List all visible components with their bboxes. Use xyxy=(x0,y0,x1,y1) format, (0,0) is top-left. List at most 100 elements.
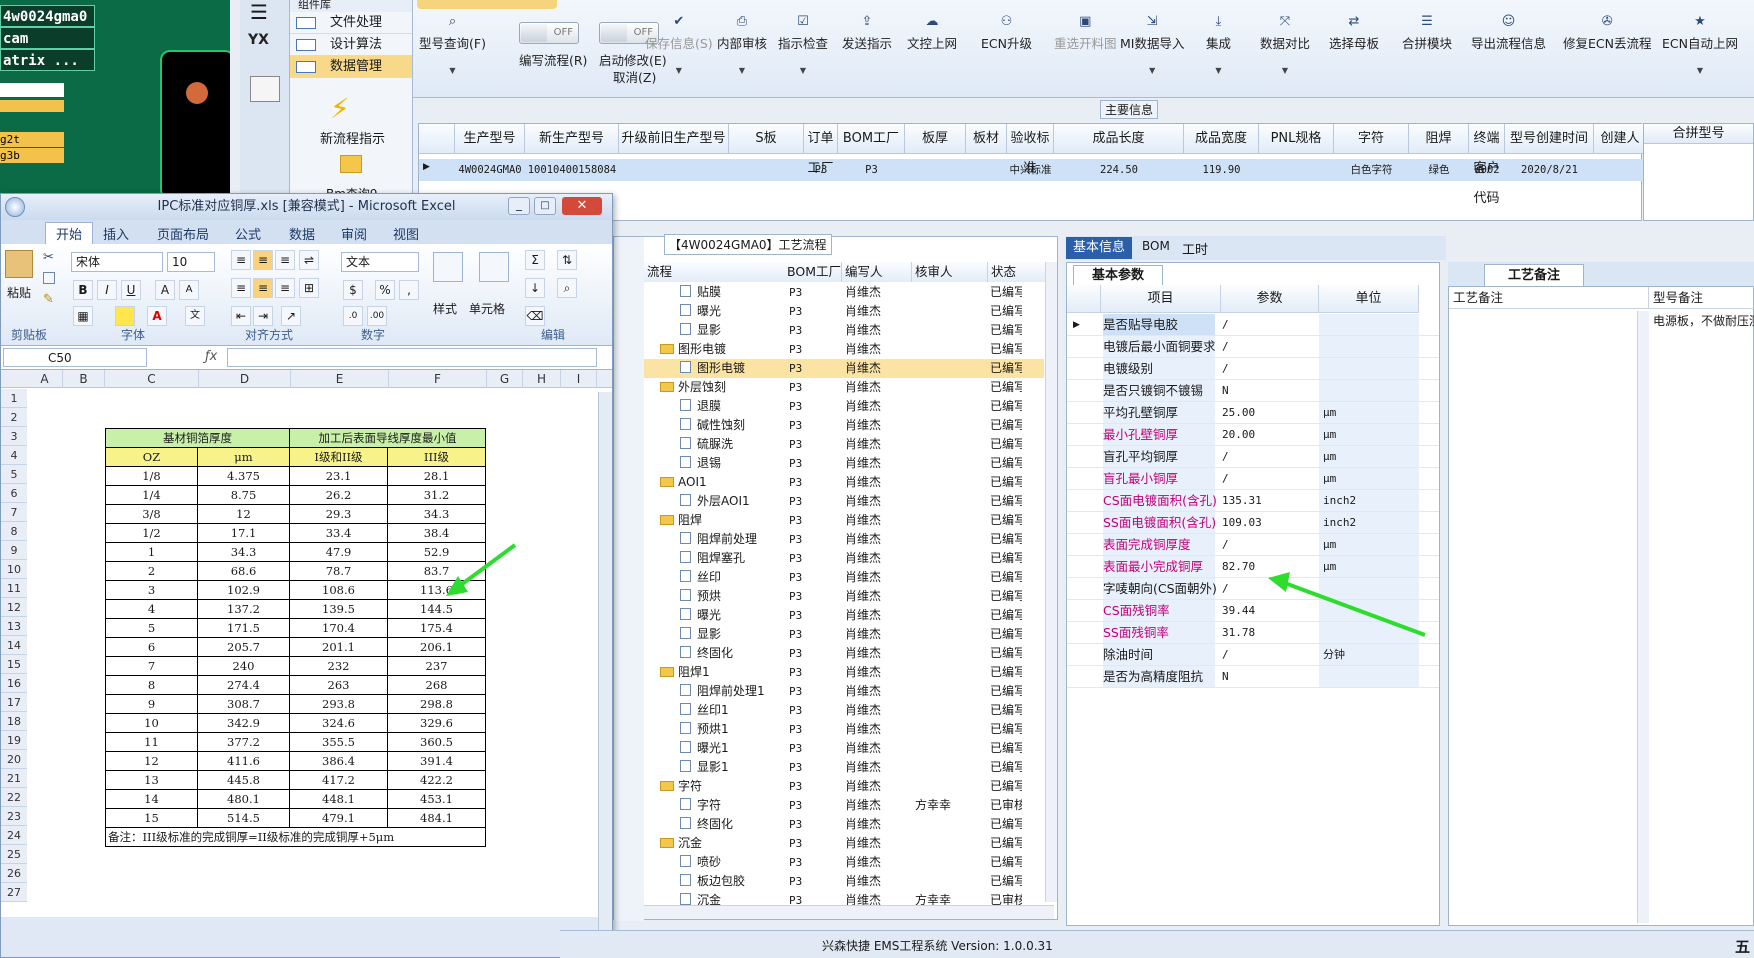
table-cell[interactable]: 4.375 xyxy=(197,466,290,486)
styles-label[interactable]: 样式 xyxy=(433,300,457,317)
chevron-down-icon[interactable]: ▼ xyxy=(717,66,767,75)
flow-row[interactable]: 沉金 P3 肖维杰 已编写 xyxy=(644,834,1044,853)
wrap-text-button[interactable]: ⇌ xyxy=(299,250,319,270)
info-column-header[interactable]: 项目 xyxy=(1101,285,1221,313)
table-cell[interactable]: 15 xyxy=(105,808,198,828)
table-cell[interactable]: 12 xyxy=(197,504,290,524)
flow-column-header[interactable]: 编写人 xyxy=(842,262,912,282)
font-size-select[interactable]: 10 xyxy=(167,252,215,272)
table-cell[interactable]: 355.5 xyxy=(289,732,388,752)
table-cell[interactable]: 232 xyxy=(289,656,388,676)
column-header[interactable]: C xyxy=(105,370,199,388)
info-value[interactable]: 20.00 xyxy=(1222,424,1255,446)
flow-column-header[interactable]: BOM工厂 xyxy=(784,262,842,282)
table-cell[interactable]: 479.1 xyxy=(289,808,388,828)
table-cell[interactable]: 10010400158084 xyxy=(525,160,619,180)
paste-label[interactable]: 粘贴 xyxy=(7,284,31,301)
folder-icon[interactable] xyxy=(340,155,362,173)
table-cell[interactable]: 293.8 xyxy=(289,694,388,714)
flow-row[interactable]: 贴膜 P3 肖维杰 已编写 xyxy=(644,283,1044,302)
excel-scrollbar[interactable] xyxy=(598,392,612,958)
table-cell[interactable]: 268 xyxy=(387,675,486,695)
chevron-down-icon[interactable]: ▼ xyxy=(1662,66,1738,75)
column-header[interactable]: G xyxy=(487,370,523,388)
info-row[interactable]: 除油时间 / 分钟 xyxy=(1067,644,1439,666)
flow-row[interactable]: 外层AOI1 P3 肖维杰 已编写 xyxy=(644,492,1044,511)
find-button[interactable]: ⌕ xyxy=(557,278,577,298)
column-header[interactable]: 终端客户代码 xyxy=(1469,124,1505,206)
row-header[interactable]: 16 xyxy=(1,674,27,693)
column-header[interactable]: B xyxy=(63,370,105,388)
info-row[interactable]: 最小孔壁铜厚 20.00 μm xyxy=(1067,424,1439,446)
info-value[interactable]: N xyxy=(1222,380,1229,402)
maximize-icon[interactable]: □ xyxy=(534,197,556,215)
worksheet[interactable]: 1 2 3 4 5 6 7 8 9 10 11 12 13 14 15 16 17 18 19 20 21 22 23 24 2… xyxy=(1,388,612,917)
table-cell[interactable]: 31.2 xyxy=(387,485,486,505)
flow-row[interactable]: 终固化 P3 肖维杰 已编写 xyxy=(644,815,1044,834)
cells-label[interactable]: 单元格 xyxy=(469,300,505,317)
info-value[interactable]: 39.44 xyxy=(1222,600,1255,622)
table-cell[interactable]: 14 xyxy=(105,789,198,809)
table-cell[interactable]: 108.6 xyxy=(289,580,388,600)
flow-row[interactable]: 显影 P3 肖维杰 已编写 xyxy=(644,321,1044,340)
format-painter-icon[interactable]: ✎ xyxy=(43,292,54,307)
info-value[interactable]: 135.31 xyxy=(1222,490,1262,512)
column-header[interactable]: 订单工厂 xyxy=(804,124,838,176)
number-format-select[interactable]: 文本 xyxy=(341,252,419,272)
table-cell[interactable]: 206.1 xyxy=(387,637,486,657)
table-cell[interactable]: 137.2 xyxy=(197,599,290,619)
table-cell[interactable]: 7 xyxy=(105,656,198,676)
table-cell[interactable]: 240 xyxy=(197,656,290,676)
table-cell[interactable] xyxy=(966,160,1007,180)
info-value[interactable]: / xyxy=(1222,578,1229,600)
flow-row[interactable]: 阻焊前处理 P3 肖维杰 已编写 xyxy=(644,530,1044,549)
import-button[interactable]: ⇲ MI数据导入 ▼ xyxy=(1120,14,1184,75)
table-cell[interactable]: W002 xyxy=(1469,160,1505,180)
table-cell[interactable]: 453.1 xyxy=(387,789,486,809)
chevron-down-icon[interactable]: ▼ xyxy=(778,66,828,75)
search-button[interactable]: ⌕ 型号查询(F) ▼ xyxy=(419,14,486,75)
column-header[interactable]: I xyxy=(561,370,597,388)
table-cell[interactable]: 484.1 xyxy=(387,808,486,828)
sort-button[interactable]: ⇅ xyxy=(557,250,577,270)
font-name-select[interactable]: 宋体 xyxy=(71,252,163,272)
column-header[interactable]: 验收标准 xyxy=(1007,124,1054,176)
info-value[interactable]: N xyxy=(1222,666,1229,688)
align-top-button[interactable]: ≡ xyxy=(231,250,251,270)
table-cell[interactable]: 23.1 xyxy=(289,466,388,486)
row-header[interactable]: 22 xyxy=(1,788,27,807)
currency-button[interactable]: $ xyxy=(343,280,363,300)
table-cell[interactable]: 11 xyxy=(105,732,198,752)
percent-button[interactable]: % xyxy=(375,280,395,300)
row-header[interactable]: 12 xyxy=(1,598,27,617)
row-header[interactable]: 6 xyxy=(1,484,27,503)
row-header[interactable]: 4 xyxy=(1,446,27,465)
shuffle-button[interactable]: ⇄ 选择母板 xyxy=(1329,14,1379,52)
table-cell[interactable]: 17.1 xyxy=(197,523,290,543)
group-item[interactable]: 设计算法 xyxy=(290,34,412,56)
row-header[interactable]: 21 xyxy=(1,769,27,788)
row-header[interactable]: 5 xyxy=(1,465,27,484)
flow-row[interactable]: 板边包胶 P3 肖维杰 已编写 xyxy=(644,872,1044,891)
copy-icon[interactable] xyxy=(43,272,55,284)
info-row[interactable]: 是否只镀铜不镀锡 N xyxy=(1067,380,1439,402)
info-row[interactable]: 电镀后最小面铜要求 / xyxy=(1067,336,1439,358)
info-row[interactable]: 是否为高精度阻抗 N xyxy=(1067,666,1439,688)
flow-row[interactable]: 碱性蚀刻 P3 肖维杰 已编写 xyxy=(644,416,1044,435)
styles-icon[interactable] xyxy=(433,252,463,282)
tab-process-notes[interactable]: 工艺备注 xyxy=(1484,264,1584,286)
column-header[interactable]: PNL规格 xyxy=(1259,124,1334,154)
table-cell[interactable]: 8 xyxy=(105,675,198,695)
row-header[interactable]: 27 xyxy=(1,883,27,902)
align-left-button[interactable]: ≡ xyxy=(231,278,251,298)
flow-row[interactable]: 阻焊1 P3 肖维杰 已编写 xyxy=(644,663,1044,682)
info-row[interactable]: 平均孔壁铜厚 25.00 μm xyxy=(1067,402,1439,424)
table-cell[interactable]: 4W0024GMA0 xyxy=(455,160,525,180)
info-row[interactable]: 表面完成铜厚度 / μm xyxy=(1067,534,1439,556)
column-header[interactable]: S板 xyxy=(729,124,804,154)
info-row[interactable]: 盲孔平均铜厚 / μm xyxy=(1067,446,1439,468)
row-header[interactable]: 1 xyxy=(1,389,27,408)
row-header[interactable]: 26 xyxy=(1,864,27,883)
flow-row[interactable]: 终固化 P3 肖维杰 已编写 xyxy=(644,644,1044,663)
table-cell[interactable]: 324.6 xyxy=(289,713,388,733)
